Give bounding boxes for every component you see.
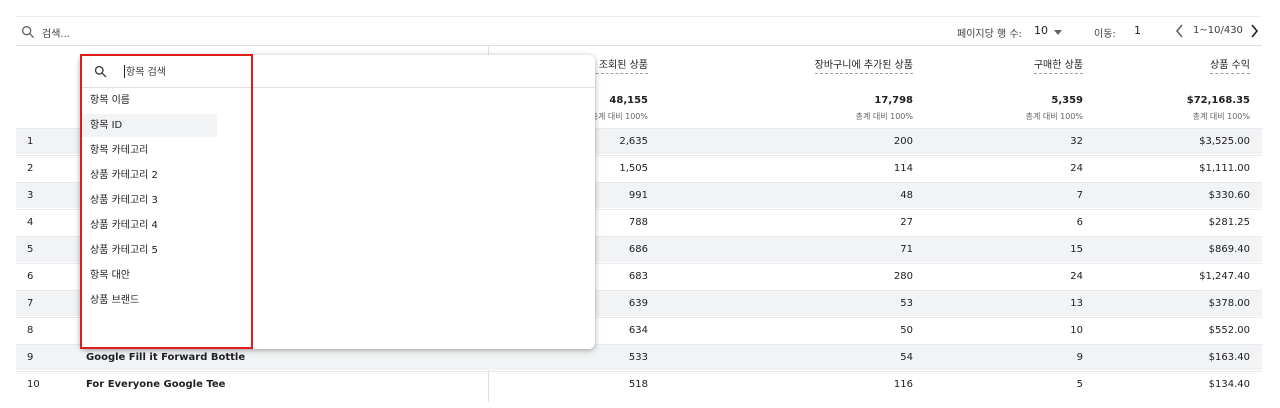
cell-purchased: 5 [1076, 379, 1083, 390]
column-header-purchased[interactable]: 구매한 상품 [1033, 56, 1083, 74]
item-name[interactable]: Google Fill it Forward Bottle [86, 352, 245, 363]
table-row: 10 For Everyone Google Tee 518 116 5 $13… [16, 371, 1262, 397]
cell-viewed: 1,505 [619, 163, 648, 174]
row-index: 1 [27, 136, 34, 147]
goto-page-input[interactable]: 1 [1134, 24, 1141, 37]
total-cart-percent: 총계 대비 100% [855, 112, 913, 121]
row-index: 9 [27, 352, 34, 363]
cell-revenue: $330.60 [1208, 190, 1250, 201]
cell-purchased: 13 [1070, 298, 1083, 309]
row-index: 10 [27, 379, 40, 390]
cell-cart: 27 [900, 217, 913, 228]
cell-cart: 54 [900, 352, 913, 363]
cell-cart: 280 [893, 271, 913, 282]
cell-revenue: $134.40 [1208, 379, 1250, 390]
cell-purchased: 6 [1076, 217, 1083, 228]
item-name[interactable]: For Everyone Google Tee [86, 379, 225, 390]
caret-down-icon[interactable] [1054, 30, 1062, 35]
table-toolbar: 검색... 페이지당 행 수: 10 이동: 1 1~10/430 [16, 16, 1262, 46]
column-header-added-to-cart[interactable]: 장바구니에 추가된 상품 [814, 56, 913, 74]
goto-label: 이동: [1094, 29, 1116, 40]
row-index: 2 [27, 163, 34, 174]
cell-cart: 53 [900, 298, 913, 309]
cell-revenue: $1,247.40 [1199, 271, 1250, 282]
cell-viewed: 533 [628, 352, 648, 363]
total-revenue-percent: 총계 대비 100% [1192, 112, 1250, 121]
cell-purchased: 24 [1070, 271, 1083, 282]
cell-revenue: $1,111.00 [1199, 163, 1250, 174]
cell-cart: 50 [900, 325, 913, 336]
cell-revenue: $869.40 [1208, 244, 1250, 255]
cell-revenue: $3,525.00 [1199, 136, 1250, 147]
cell-cart: 116 [893, 379, 913, 390]
cell-cart: 48 [900, 190, 913, 201]
search-icon[interactable] [20, 24, 36, 40]
column-header-revenue[interactable]: 상품 수익 [1210, 56, 1250, 74]
row-index: 4 [27, 217, 34, 228]
rows-per-page-label: 페이지당 행 수: [957, 29, 1022, 40]
cell-cart: 200 [893, 136, 913, 147]
total-viewed: 48,155 [609, 95, 648, 106]
row-index: 6 [27, 271, 34, 282]
pagination-range: 1~10/430 [1193, 25, 1243, 36]
row-index: 5 [27, 244, 34, 255]
cell-purchased: 7 [1076, 190, 1083, 201]
cell-viewed: 518 [628, 379, 648, 390]
total-viewed-percent: 총계 대비 100% [590, 112, 648, 121]
cell-viewed: 639 [628, 298, 648, 309]
cell-purchased: 15 [1070, 244, 1083, 255]
cell-viewed: 991 [628, 190, 648, 201]
total-revenue: $72,168.35 [1186, 95, 1250, 106]
cell-purchased: 32 [1070, 136, 1083, 147]
row-index: 8 [27, 325, 34, 336]
cell-revenue: $378.00 [1208, 298, 1250, 309]
cell-cart: 114 [893, 163, 913, 174]
total-purchased: 5,359 [1051, 95, 1083, 106]
chevron-left-icon[interactable] [1174, 23, 1186, 39]
cell-revenue: $552.00 [1208, 325, 1250, 336]
row-index: 7 [27, 298, 34, 309]
cell-viewed: 683 [628, 271, 648, 282]
annotation-highlight-box [80, 54, 253, 349]
row-index: 3 [27, 190, 34, 201]
cell-purchased: 24 [1070, 163, 1083, 174]
cell-viewed: 634 [628, 325, 648, 336]
cell-purchased: 10 [1070, 325, 1083, 336]
cell-revenue: $281.25 [1208, 217, 1250, 228]
table-search-input[interactable]: 검색... [42, 25, 70, 40]
cell-viewed: 788 [628, 217, 648, 228]
total-added-to-cart: 17,798 [874, 95, 913, 106]
cell-viewed: 686 [628, 244, 648, 255]
cell-cart: 71 [900, 244, 913, 255]
cell-purchased: 9 [1076, 352, 1083, 363]
chevron-right-icon[interactable] [1248, 23, 1260, 39]
total-purchased-percent: 총계 대비 100% [1025, 112, 1083, 121]
cell-revenue: $163.40 [1208, 352, 1250, 363]
rows-per-page-select[interactable]: 10 [1034, 24, 1048, 37]
cell-viewed: 2,635 [619, 136, 648, 147]
